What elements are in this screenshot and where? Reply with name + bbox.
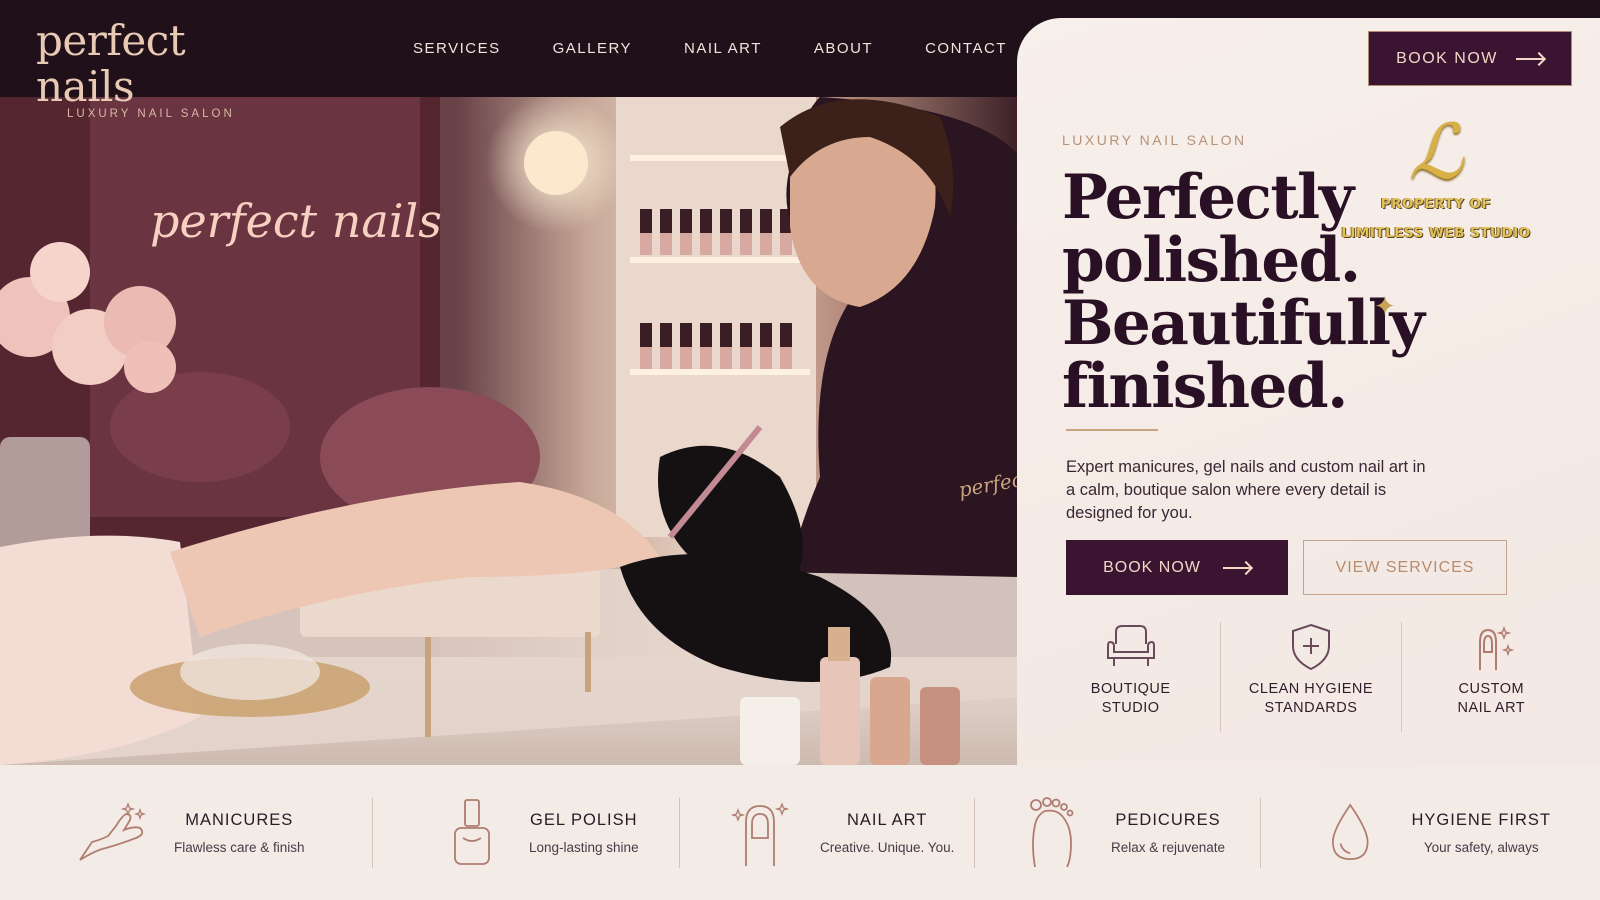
neon-sign: perfect nails — [150, 194, 442, 248]
service-subtitle: Relax & rejuvenate — [1111, 840, 1226, 855]
watermark-line-1: PROPERTY OF — [1380, 196, 1492, 212]
header-book-now-label: BOOK NOW — [1396, 49, 1498, 67]
services-strip: MANICURES Flawless care & finish GEL POL… — [0, 766, 1600, 900]
service-subtitle: Flawless care & finish — [174, 840, 305, 855]
feature-hygiene: CLEAN HYGIENE STANDARDS — [1220, 622, 1400, 732]
nail-art-icon — [730, 802, 790, 866]
book-now-label: BOOK NOW — [1103, 558, 1201, 576]
salon-illustration: perfect nails perfect — [0, 97, 1020, 765]
arrow-right-icon — [1515, 57, 1544, 60]
service-text: HYGIENE FIRST Your safety, always — [1411, 811, 1551, 855]
logo-wordmark: perfect nails — [36, 16, 186, 111]
service-text: GEL POLISH Long-lasting shine — [529, 811, 639, 855]
service-text: NAIL ART Creative. Unique. You. — [820, 811, 954, 855]
droplet-icon — [1331, 803, 1369, 860]
shield-plus-icon — [1291, 623, 1330, 671]
watermark: ℒ PROPERTY OF LIMITLESS WEB STUDIO — [1335, 114, 1537, 248]
service-title: MANICURES — [185, 811, 294, 829]
feature-label: CLEAN HYGIENE STANDARDS — [1248, 681, 1374, 716]
main-nav: SERVICES GALLERY NAIL ART ABOUT CONTACT — [413, 40, 1059, 57]
service-subtitle: Creative. Unique. You. — [820, 840, 955, 855]
hero-card: BOOK NOW LUXURY NAIL SALON Perfectly pol… — [1017, 18, 1600, 766]
logo-tagline: LUXURY NAIL SALON — [67, 108, 235, 120]
nav-gallery[interactable]: GALLERY — [553, 40, 632, 57]
watermark-logo-icon: ℒ — [1408, 107, 1464, 196]
nav-contact[interactable]: CONTACT — [925, 40, 1007, 57]
hand-sparkle-icon — [79, 802, 147, 861]
headline-line-4: finished. — [1062, 351, 1348, 422]
service-pedicures[interactable]: PEDICURES Relax & rejuvenate — [975, 797, 1260, 868]
feature-nail-art: CUSTOM NAIL ART — [1400, 622, 1581, 732]
foot-icon — [1030, 797, 1074, 868]
book-now-button[interactable]: BOOK NOW — [1066, 540, 1288, 595]
watermark-line-2: LIMITLESS WEB STUDIO — [1341, 225, 1531, 241]
view-services-label: VIEW SERVICES — [1335, 558, 1475, 576]
service-gel-polish[interactable]: GEL POLISH Long-lasting shine — [373, 798, 679, 868]
view-services-button[interactable]: VIEW SERVICES — [1303, 540, 1507, 595]
feature-label: CUSTOM NAIL ART — [1457, 681, 1526, 716]
service-title: NAIL ART — [846, 811, 928, 829]
armchair-icon — [1106, 625, 1155, 666]
service-text: MANICURES Flawless care & finish — [174, 811, 305, 855]
feature-boutique: BOUTIQUE STUDIO — [1041, 622, 1220, 732]
feature-label: BOUTIQUE STUDIO — [1090, 681, 1171, 716]
nail-sparkle-icon — [1479, 626, 1515, 670]
service-subtitle: Long-lasting shine — [529, 840, 639, 855]
service-manicures[interactable]: MANICURES Flawless care & finish — [76, 798, 372, 868]
hero-description: Expert manicures, gel nails and custom n… — [1066, 458, 1426, 522]
service-subtitle: Your safety, always — [1423, 840, 1539, 855]
header-book-now-button[interactable]: BOOK NOW — [1368, 31, 1572, 86]
nav-about[interactable]: ABOUT — [814, 40, 873, 57]
service-title: GEL POLISH — [530, 811, 638, 829]
hero-eyebrow: LUXURY NAIL SALON — [1062, 132, 1247, 148]
hero-photo: perfect nails perfect — [0, 97, 1020, 765]
service-title: HYGIENE FIRST — [1411, 811, 1551, 829]
arrow-right-icon — [1222, 566, 1251, 569]
service-title: PEDICURES — [1115, 811, 1221, 829]
service-text: PEDICURES Relax & rejuvenate — [1111, 811, 1225, 855]
site-logo[interactable]: perfect nails LUXURY NAIL SALON — [36, 16, 276, 121]
polish-bottle-icon — [454, 799, 490, 865]
gold-divider — [1066, 429, 1158, 431]
nav-services[interactable]: SERVICES — [413, 40, 501, 57]
sparkle-icon: ✦ — [1374, 291, 1396, 321]
nav-nail-art[interactable]: NAIL ART — [684, 40, 762, 57]
feature-list: BOUTIQUE STUDIO CLEAN HYGIENE STANDARDS … — [1041, 622, 1581, 732]
service-nail-art[interactable]: NAIL ART Creative. Unique. You. — [680, 798, 974, 868]
service-hygiene[interactable]: HYGIENE FIRST Your safety, always — [1261, 798, 1551, 868]
